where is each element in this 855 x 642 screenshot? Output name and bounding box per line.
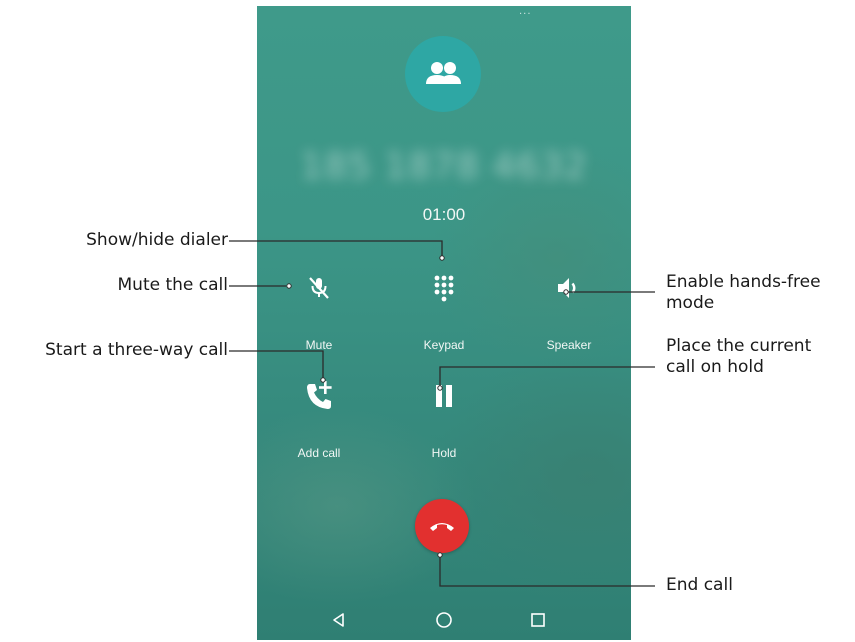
square-recents-icon: [530, 612, 546, 628]
group-avatar-icon: [405, 36, 481, 112]
dialpad-icon: [424, 268, 464, 308]
callout-hands-free: Enable hands-free mode: [666, 272, 821, 314]
callout-start-three-way-call: Start a three-way call: [45, 340, 228, 360]
hold-button[interactable]: Hold: [389, 376, 499, 486]
callout-mute-the-call: Mute the call: [117, 275, 228, 295]
callout-hold: Place the current call on hold: [666, 336, 811, 378]
add-call-button[interactable]: Add call: [264, 376, 374, 486]
callout-hands-free-line1: Enable hands-free: [666, 272, 821, 292]
add-call-label: Add call: [297, 446, 341, 460]
end-call-button[interactable]: [415, 499, 469, 553]
callout-hands-free-line2: mode: [666, 293, 715, 313]
volume-up-icon: [549, 268, 589, 308]
callout-hold-line1: Place the current: [666, 336, 812, 356]
speaker-label: Speaker: [546, 338, 592, 352]
call-end-icon: [428, 519, 456, 533]
mic-off-icon: [299, 268, 339, 308]
keypad-button[interactable]: Keypad: [389, 268, 499, 378]
nav-recents-button[interactable]: [528, 610, 548, 630]
callout-end-call: End call: [666, 575, 733, 595]
callout-hold-line2: call on hold: [666, 357, 764, 377]
pause-icon: [424, 376, 464, 416]
call-timer: 01:00: [422, 205, 466, 224]
mute-label: Mute: [305, 338, 333, 352]
nav-back-button[interactable]: [329, 610, 349, 630]
phone-screen: ... 185 1878 4632 01:00 Mute Keypad Spea…: [257, 6, 631, 640]
hold-label: Hold: [431, 446, 457, 460]
mute-button[interactable]: Mute: [264, 268, 374, 378]
callout-show-hide-dialer: Show/hide dialer: [86, 230, 228, 250]
circle-home-icon: [435, 611, 453, 629]
speaker-button[interactable]: Speaker: [514, 268, 624, 378]
status-indicator: ...: [519, 6, 532, 17]
figure: ... 185 1878 4632 01:00 Mute Keypad Spea…: [0, 0, 855, 642]
triangle-back-icon: [331, 612, 347, 628]
keypad-label: Keypad: [423, 338, 465, 352]
add-call-icon: [299, 376, 339, 416]
navigation-bar: [257, 598, 631, 640]
nav-home-button[interactable]: [434, 610, 454, 630]
caller-number: 185 1878 4632: [300, 146, 588, 187]
